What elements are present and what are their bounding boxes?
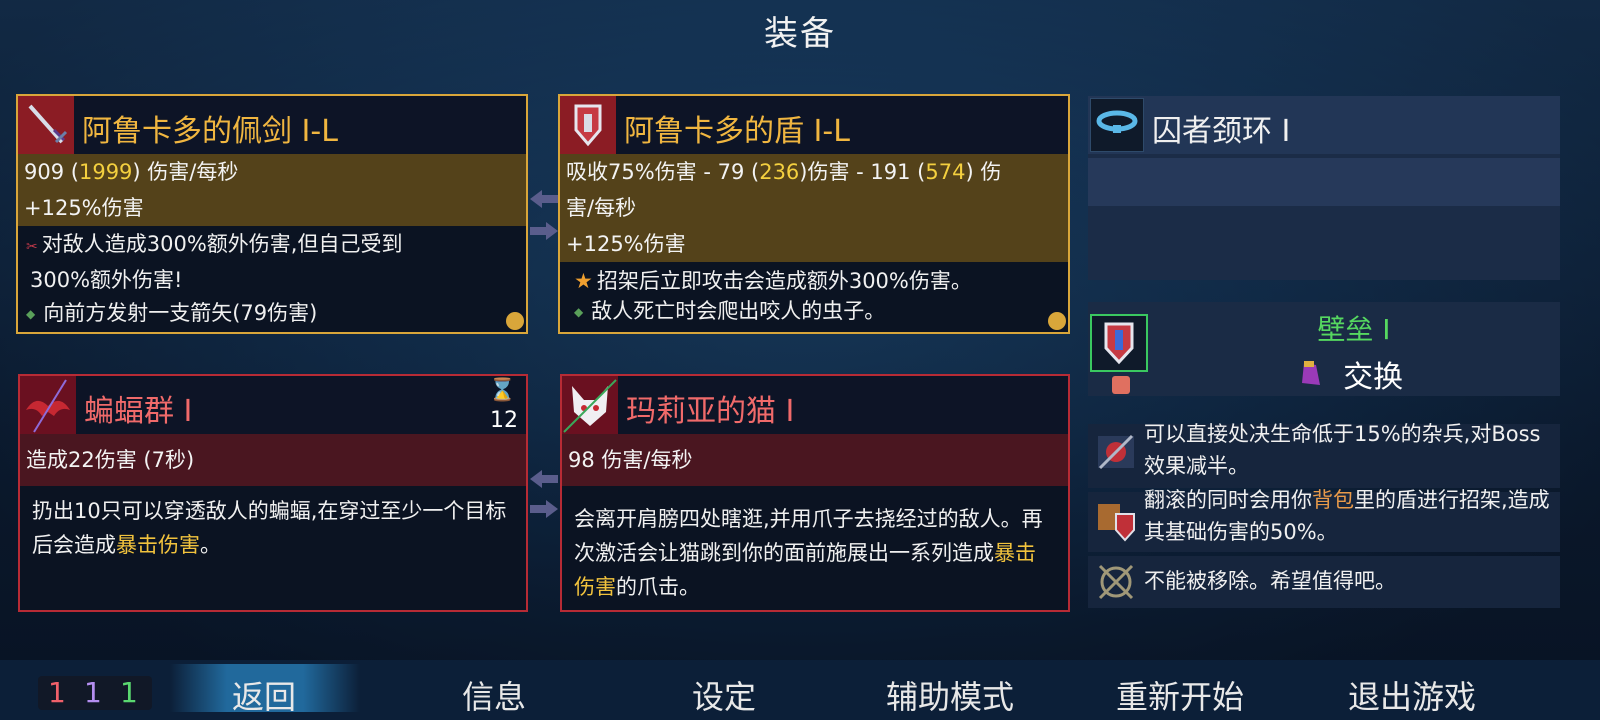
glove-icon — [1298, 359, 1322, 389]
swap-arrow-left-icon — [530, 190, 558, 208]
screen-title: 装备 — [764, 14, 836, 54]
effect-text: 不能被移除。希望值得吧。 — [1144, 569, 1396, 593]
affix-1-cont: 300%额外伤害! — [30, 268, 183, 292]
effect-text: 翻滚的同时会用你背包里的盾进行招架,造成其基础伤害的50%。 — [1144, 488, 1550, 544]
affix-list: ★ 招架后立即攻击会造成额外300%伤害。 ◆ 敌人死亡时会爬出咬人的虫子。 — [560, 266, 1068, 327]
backpack-shield-icon — [1094, 500, 1138, 544]
item-name: 蝙蝠群 I — [84, 394, 193, 429]
amulet-name: 囚者颈环 I — [1152, 114, 1291, 149]
diamond-icon: ◆ — [26, 306, 36, 321]
diamond-icon: ◆ — [574, 305, 584, 319]
card-header: 阿鲁卡多的佩剑 I-L — [18, 96, 526, 154]
skill-stat: 98 伤害/每秒 — [568, 448, 693, 472]
menu-restart-button[interactable]: 重新开始 — [1116, 672, 1244, 718]
collar-icon — [1090, 98, 1144, 152]
stats-block: 909 (1999) 伤害/每秒 +125%伤害 — [18, 154, 526, 226]
cat-icon — [562, 376, 618, 434]
star-icon: ★ — [574, 269, 593, 293]
scroll-counter: 1 1 1 — [38, 676, 152, 710]
menu-info-button[interactable]: 信息 — [462, 672, 526, 718]
skill-card-cat[interactable]: 玛莉亚的猫 I 98 伤害/每秒 会离开肩膀四处瞎逛,并用爪子去挠经过的敌人。再… — [560, 374, 1070, 612]
counter-green: 1 — [120, 676, 138, 709]
weapon-card-shield[interactable]: 阿鲁卡多的盾 I-L 吸收75%伤害 - 79 (236)伤害 - 191 (5… — [558, 94, 1070, 334]
menu-assist-mode-button[interactable]: 辅助模式 — [886, 672, 1014, 718]
cooldown-value: 12 — [490, 408, 518, 433]
skill-description: 扔出10只可以穿透敌人的蝙蝠,在穿过至少一个目标后会造成暴击伤害。 — [32, 499, 507, 557]
damage-bonus: +125%伤害 — [24, 196, 144, 220]
swap-button[interactable]: 交换 — [1298, 352, 1404, 395]
execute-icon — [1094, 430, 1138, 474]
skull-icon — [1112, 376, 1130, 394]
damage-bonus: +125%伤害 — [566, 232, 686, 256]
affix-1: ✂ 对敌人造成300%额外伤害,但自己受到 — [26, 232, 403, 256]
shield-icon — [560, 96, 616, 154]
swap-label: 交换 — [1343, 360, 1404, 395]
menu-settings-button[interactable]: 设定 — [692, 672, 756, 718]
effect-text: 可以直接处决生命低于15%的杂兵,对Boss效果减半。 — [1144, 422, 1541, 478]
mutation-effect-1: 可以直接处决生命低于15%的杂兵,对Boss效果减半。 — [1088, 422, 1560, 488]
counter-purple: 1 — [84, 676, 102, 709]
mutation-effect-3: 不能被移除。希望值得吧。 — [1088, 556, 1560, 608]
menu-back-button[interactable]: 返回 — [232, 672, 296, 718]
curse-icon: ✂ — [26, 239, 38, 255]
gold-corner-ornament-icon — [1048, 312, 1066, 330]
absorb-line-cont: 害/每秒 — [566, 196, 637, 220]
mutation-panel[interactable]: 壁垒 I 交换 — [1088, 302, 1560, 396]
bat-icon — [20, 376, 76, 434]
affix-list: ✂ 对敌人造成300%额外伤害,但自己受到 300%额外伤害! ◆ 向前方发射一支箭… — [18, 228, 526, 331]
swap-arrow-right-icon — [530, 222, 558, 240]
amulet-body — [1088, 158, 1560, 206]
affix-2: ◆ 向前方发射一支箭矢(79伤害) — [26, 301, 318, 325]
skill-card-bats[interactable]: 蝙蝠群 I ⌛ 12 造成22伤害 (7秒) 扔出10只可以穿透敌人的蝙蝠,在穿… — [18, 374, 528, 612]
affix-2: ◆ 敌人死亡时会爬出咬人的虫子。 — [574, 299, 886, 323]
item-name: 阿鲁卡多的盾 I-L — [624, 114, 850, 149]
hourglass-icon: ⌛ — [488, 378, 516, 403]
skill-stat: 造成22伤害 (7秒) — [26, 448, 195, 472]
card-header: 蝙蝠群 I ⌛ 12 — [20, 376, 526, 434]
weapon-card-sword[interactable]: 阿鲁卡多的佩剑 I-L 909 (1999) 伤害/每秒 +125%伤害 ✂ 对敌… — [16, 94, 528, 334]
skill-description: 会离开肩膀四处瞎逛,并用爪子去挠经过的敌人。再次激活会让猫跳到你的面前施展出一系… — [574, 507, 1043, 599]
mutation-name: 壁垒 I — [1317, 313, 1391, 346]
sword-icon — [18, 96, 74, 154]
card-header: 阿鲁卡多的盾 I-L — [560, 96, 1068, 154]
swap-arrow-left-icon — [530, 470, 558, 488]
item-name: 阿鲁卡多的佩剑 I-L — [82, 114, 338, 149]
web-icon — [1094, 560, 1138, 604]
amulet-panel[interactable]: 囚者颈环 I — [1088, 96, 1560, 280]
menu-quit-button[interactable]: 退出游戏 — [1348, 672, 1476, 718]
card-header: 玛莉亚的猫 I — [562, 376, 1068, 434]
mutation-effect-2: 翻滚的同时会用你背包里的盾进行招架,造成其基础伤害的50%。 — [1088, 488, 1560, 552]
stats-block: 98 伤害/每秒 — [562, 434, 1068, 486]
absorb-line: 吸收75%伤害 - 79 (236)伤害 - 191 (574) 伤 — [566, 160, 1002, 184]
stats-block: 吸收75%伤害 - 79 (236)伤害 - 191 (574) 伤 害/每秒 … — [560, 154, 1068, 262]
dps-line: 909 (1999) 伤害/每秒 — [24, 160, 239, 184]
affix-1: ★ 招架后立即攻击会造成额外300%伤害。 — [574, 269, 972, 293]
stats-block: 造成22伤害 (7秒) — [20, 434, 526, 486]
counter-red: 1 — [48, 676, 66, 709]
swap-arrow-right-icon — [530, 500, 558, 518]
item-name: 玛莉亚的猫 I — [626, 394, 795, 429]
gold-corner-ornament-icon — [506, 312, 524, 330]
